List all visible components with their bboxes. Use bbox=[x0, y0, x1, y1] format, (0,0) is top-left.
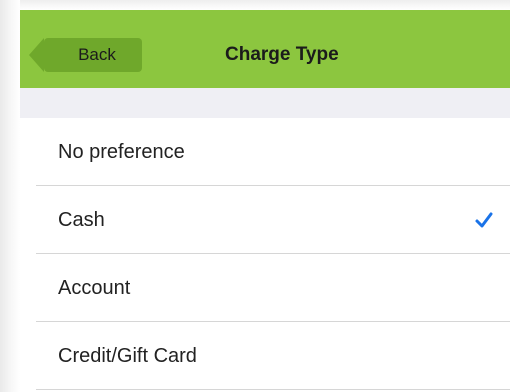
option-cash[interactable]: Cash bbox=[20, 186, 510, 254]
option-label: Credit/Gift Card bbox=[58, 345, 197, 367]
charge-type-list: No preference Cash Account Credit/Gift C… bbox=[20, 118, 510, 392]
checkmark-icon bbox=[475, 212, 493, 228]
app-screen: Back Charge Type No preference Cash Acco… bbox=[0, 0, 510, 392]
back-button[interactable]: Back bbox=[29, 38, 142, 72]
option-credit-gift-card[interactable]: Credit/Gift Card bbox=[20, 322, 510, 390]
option-label: Cash bbox=[58, 209, 105, 231]
option-no-preference[interactable]: No preference bbox=[20, 118, 510, 186]
option-label: Account bbox=[58, 277, 131, 299]
navigation-bar: Back Charge Type bbox=[20, 10, 510, 88]
frame-shadow-top bbox=[0, 0, 510, 10]
frame-shadow-left bbox=[0, 0, 20, 392]
page-title: Charge Type bbox=[225, 44, 339, 65]
section-spacer bbox=[20, 88, 510, 118]
option-account[interactable]: Account bbox=[20, 254, 510, 322]
option-label: No preference bbox=[58, 141, 185, 163]
